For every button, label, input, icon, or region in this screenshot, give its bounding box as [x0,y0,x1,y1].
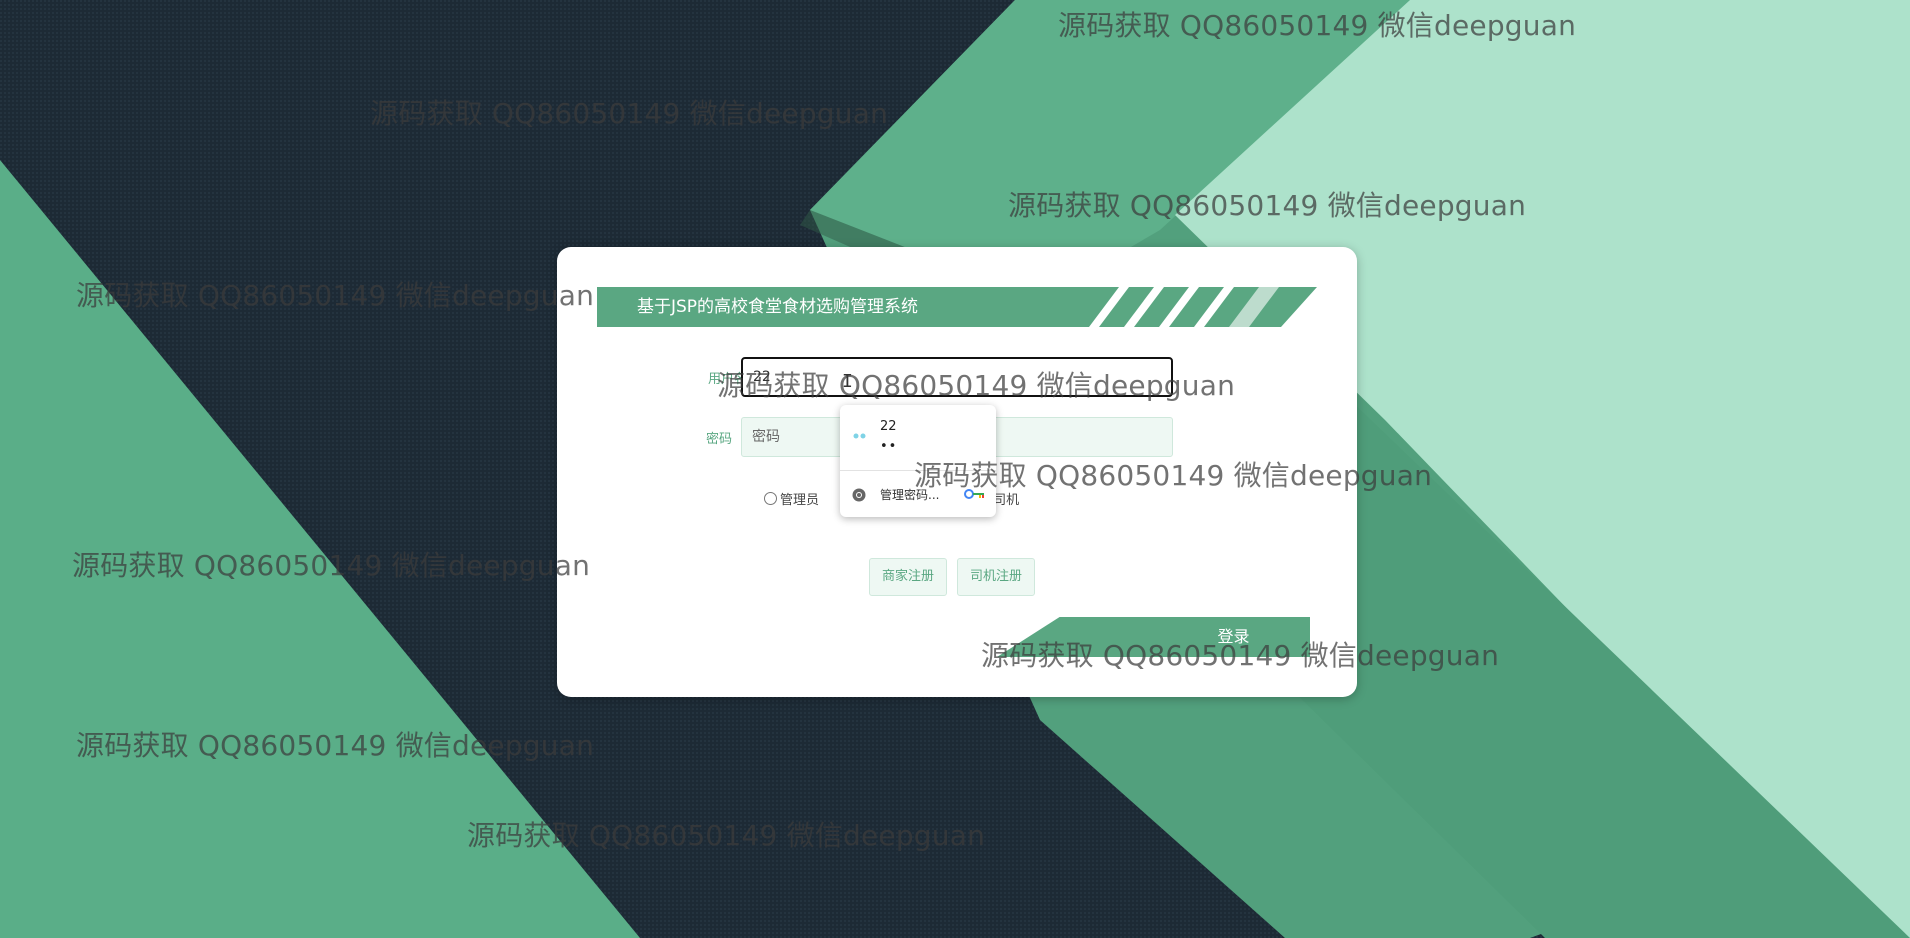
title-banner: 基于JSP的高校食堂食材选购管理系统 [597,287,1317,327]
autofill-password[interactable]: •• [880,439,897,454]
password-autofill-popup: 22 •• 管理密码... [840,405,996,517]
password-label: 密码 [705,432,732,447]
driver-register-button[interactable]: 司机注册 [957,558,1035,596]
radio-circle-icon [764,492,777,505]
manage-passwords-link[interactable]: 管理密码... [880,486,939,503]
username-input[interactable]: 22 [741,357,1173,397]
username-label: 用户名 [707,372,747,387]
text-cursor-icon: I [842,371,853,392]
page-title: 基于JSP的高校食堂食材选购管理系统 [637,297,919,317]
role-radio-admin[interactable]: 管理员 [764,489,819,508]
autofill-divider [840,470,996,471]
banner-stripes [1089,287,1279,327]
google-key-icon [964,489,984,499]
role-driver-label: 司机 [993,493,1020,508]
login-button[interactable]: 登录 [997,617,1310,657]
merchant-register-button[interactable]: 商家注册 [869,558,947,596]
key-icon [853,433,866,439]
autofill-username[interactable]: 22 [880,419,897,434]
login-button-label: 登录 [1217,627,1250,646]
chrome-icon [852,488,866,502]
role-admin-label: 管理员 [780,493,820,508]
